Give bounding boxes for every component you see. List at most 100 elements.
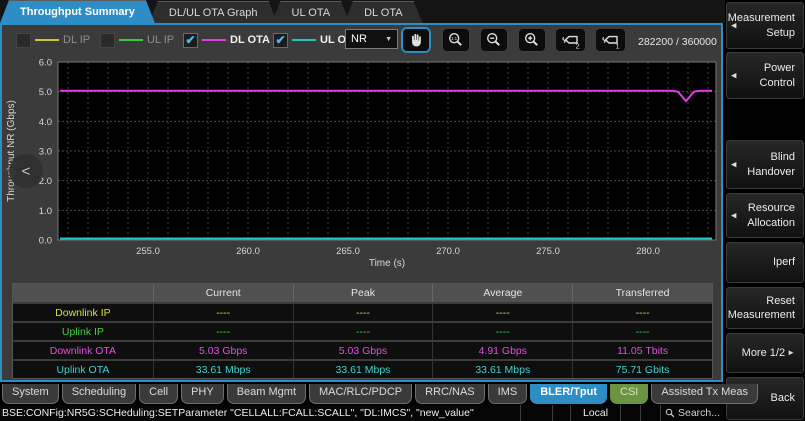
softkey-label: Blind Handover [739, 150, 795, 179]
dl-ip-label: DL IP [63, 34, 90, 46]
left-arrow-icon: ◀ [731, 21, 736, 30]
table-value-cell: ---- [572, 323, 712, 340]
reset-measurement-button[interactable]: Reset Measurement [726, 287, 804, 329]
marker-1-icon: 1 [601, 30, 621, 50]
bottom-tab-ims[interactable]: IMS [488, 384, 528, 404]
table-value-cell: 33.61 Mbps [432, 361, 572, 378]
legend-dl-ota: ✔ DL OTA [183, 31, 270, 49]
power-control-button[interactable]: ◀Power Control [726, 52, 804, 99]
table-row-label: Uplink OTA [13, 361, 153, 378]
dl-ota-checkbox[interactable]: ✔ [183, 33, 198, 48]
iperf-button[interactable]: Iperf [726, 242, 804, 283]
table-value-cell: 4.91 Gbps [432, 342, 572, 359]
marker-2-button[interactable]: 2 [554, 27, 587, 53]
softkey-sidebar: ◀Measurement Setup ◀Power Control ◀Blind… [725, 0, 805, 421]
table-value-cell: ---- [572, 304, 712, 321]
table-row-label: Downlink IP [13, 304, 153, 321]
table-row: Uplink OTA33.61 Mbps33.61 Mbps33.61 Mbps… [13, 361, 712, 378]
more-button[interactable]: More 1/2► [726, 333, 804, 373]
table-value-cell: 5.03 Gbps [153, 342, 293, 359]
table-row-label: Uplink IP [13, 323, 153, 340]
table-row: Uplink IP---------------- [13, 323, 712, 340]
table-value-cell: 33.61 Mbps [153, 361, 293, 378]
blind-handover-button[interactable]: ◀Blind Handover [726, 140, 804, 189]
svg-text:2: 2 [575, 44, 579, 50]
softkey-label: Iperf [773, 255, 795, 269]
zoom-in-icon [523, 31, 541, 49]
softkey-label: Back [771, 391, 795, 405]
bottom-tab-csi[interactable]: CSI [610, 384, 648, 404]
table-value-cell: ---- [432, 323, 572, 340]
table-header-cell: Average [432, 284, 572, 302]
bottom-tab-bler-tput[interactable]: BLER/Tput [530, 384, 607, 404]
bottom-tab-rrc-nas[interactable]: RRC/NAS [415, 384, 485, 404]
bottom-tab-system[interactable]: System [2, 384, 59, 404]
status-bar: BSE:CONFig:NR5G:SCHeduling:SETParameter … [0, 405, 724, 421]
table-header-row: CurrentPeakAverageTransferred [13, 284, 712, 302]
table-value-cell: ---- [293, 304, 433, 321]
throughput-summary-panel: DL IP UL IP ✔ DL OTA ✔ UL OTA NR ▼ 1:1 [0, 23, 723, 382]
pan-tool-button[interactable] [401, 27, 431, 53]
table-value-cell: 11.05 Tbits [572, 342, 712, 359]
bottom-tab-phy[interactable]: PHY [181, 384, 224, 404]
tab-dl-ota[interactable]: DL OTA [344, 1, 423, 23]
tab-ul-ota[interactable]: UL OTA [272, 1, 351, 23]
top-tabbar: Throughput Summary DL/UL OTA Graph UL OT… [0, 0, 417, 23]
table-header-cell: Current [153, 284, 293, 302]
measurement-setup-button[interactable]: ◀Measurement Setup [726, 2, 804, 49]
resource-allocation-button[interactable]: ◀Resource Allocation [726, 193, 804, 238]
legend-dl-ip: DL IP [16, 31, 90, 49]
check-icon: ✔ [185, 34, 195, 46]
x-tick-label: 265.0 [336, 246, 360, 257]
y-tick-label: 6.0 [39, 58, 52, 69]
table-value-cell: ---- [153, 304, 293, 321]
tab-dlul-ota-graph[interactable]: DL/UL OTA Graph [149, 1, 278, 23]
ul-ip-checkbox[interactable] [100, 33, 115, 48]
softkey-label: More 1/2 [742, 346, 785, 360]
technology-dropdown-value: NR [351, 33, 367, 45]
x-tick-label: 275.0 [536, 246, 560, 257]
zoom-out-icon [485, 31, 503, 49]
search-input[interactable]: Search... [660, 405, 724, 421]
tab-throughput-summary[interactable]: Throughput Summary [0, 0, 155, 23]
bottom-tab-assisted-tx-meas[interactable]: Assisted Tx Meas [651, 384, 758, 404]
table-value-cell: ---- [293, 323, 433, 340]
table-header-cell: Peak [293, 284, 433, 302]
chevron-down-icon: ▼ [385, 36, 392, 43]
throughput-table: CurrentPeakAverageTransferred Downlink IP… [12, 283, 713, 379]
softkey-label: Measurement Setup [728, 11, 795, 40]
bottom-tab-cell[interactable]: Cell [139, 384, 178, 404]
marker-1-button[interactable]: 1 [594, 27, 627, 53]
collapse-panel-handle[interactable]: < [9, 154, 43, 188]
left-arrow-icon: ◀ [731, 71, 736, 80]
local-remote-indicator[interactable]: Local [570, 405, 620, 421]
bottom-tab-mac-rlc-pdcp[interactable]: MAC/RLC/PDCP [309, 384, 412, 404]
bottom-tab-beam-mgmt[interactable]: Beam Mgmt [227, 384, 306, 404]
y-tick-label: 4.0 [39, 117, 52, 128]
table-row-label: Downlink OTA [13, 342, 153, 359]
search-placeholder: Search... [678, 407, 720, 419]
legend-ul-ip: UL IP [100, 31, 174, 49]
left-arrow-icon: ◀ [731, 211, 736, 220]
y-tick-label: 0.0 [39, 236, 52, 247]
dl-ip-checkbox[interactable] [16, 33, 31, 48]
y-tick-label: 5.0 [39, 87, 52, 98]
zoom-in-button[interactable] [517, 27, 547, 53]
search-icon [665, 408, 675, 418]
check-icon: ✔ [275, 34, 285, 46]
softkey-label: Reset Measurement [728, 294, 795, 323]
softkey-label: Resource Allocation [739, 201, 795, 230]
throughput-chart[interactable]: 0.01.02.03.04.05.06.0255.0260.0265.0270.… [2, 55, 721, 283]
svg-text:1:1: 1:1 [451, 36, 457, 41]
dl-ota-label: DL OTA [230, 34, 270, 46]
zoom-one-to-one-button[interactable]: 1:1 [441, 27, 471, 53]
status-cell [640, 405, 660, 421]
ul-ota-checkbox[interactable]: ✔ [273, 33, 288, 48]
bottom-tab-scheduling[interactable]: Scheduling [62, 384, 136, 404]
table-value-cell: ---- [153, 323, 293, 340]
sample-counter: 282200 / 360000 [638, 36, 717, 48]
x-tick-label: 280.0 [636, 246, 660, 257]
technology-dropdown[interactable]: NR ▼ [345, 29, 398, 49]
y-tick-label: 1.0 [39, 206, 52, 217]
zoom-out-button[interactable] [479, 27, 509, 53]
